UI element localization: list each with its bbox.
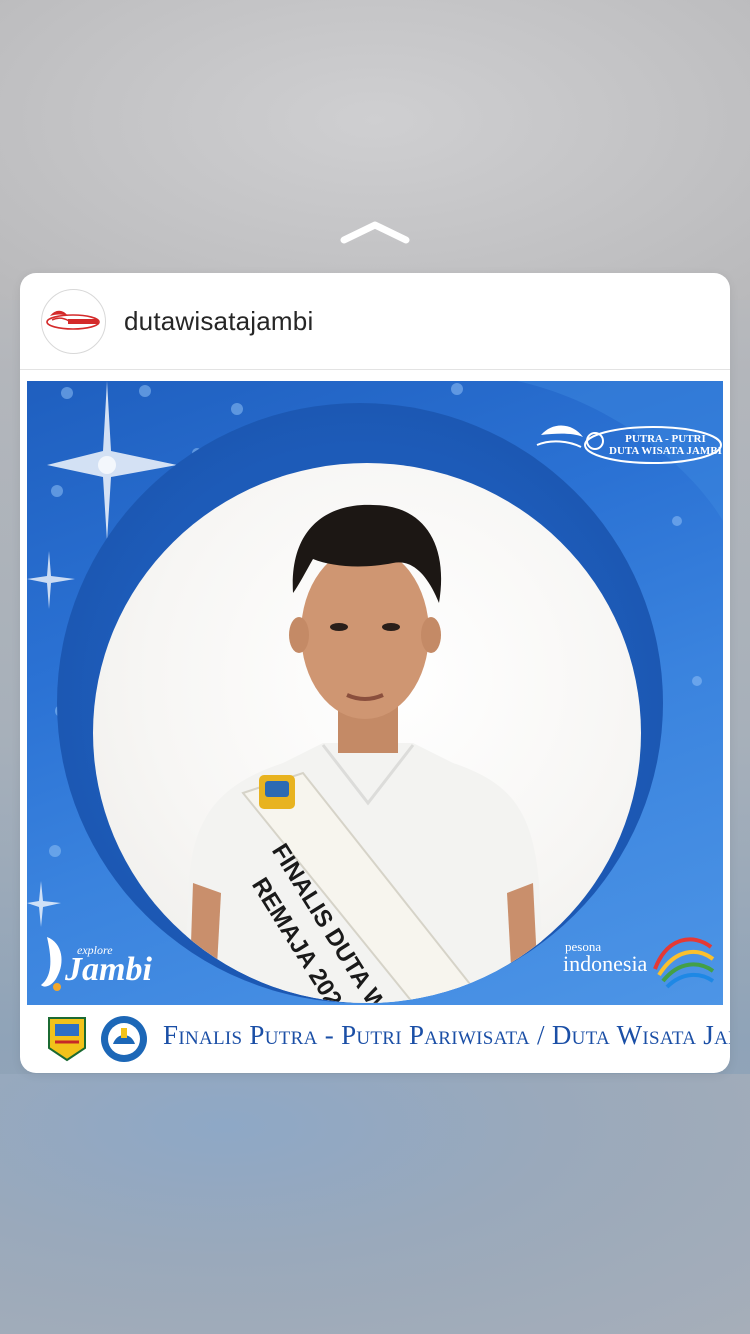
avatar[interactable] (41, 289, 106, 354)
caption-text: Finalis Putra - Putri Pariwisata / Duta … (163, 1020, 730, 1050)
caption-strip: Finalis Putra - Putri Pariwisata / Duta … (27, 1006, 730, 1071)
brand-logo-text: PUTRA - PUTRI DUTA WISATA JAMBI (609, 433, 722, 457)
jambi-province-crest-icon (48, 1017, 86, 1062)
post-preview-card[interactable]: dutawisatajambi REMAJA 2022 PUTRA - PUTR… (20, 273, 730, 1073)
indonesia-word: indonesia (563, 951, 648, 976)
brand-line1: PUTRA - PUTRI (625, 433, 706, 445)
pesona-indonesia-bird-icon (653, 937, 715, 989)
post-header: dutawisatajambi (20, 273, 730, 370)
kemendikbud-logo-icon (101, 1016, 147, 1062)
duta-wisata-logo-icon (46, 310, 100, 330)
background-blur-bottom (0, 1074, 750, 1334)
username[interactable]: dutawisatajambi (124, 306, 313, 337)
person-illustration (183, 504, 545, 1003)
brand-line2: DUTA WISATA JAMBI (609, 445, 722, 457)
photo-ring: FINALIS DUTA WISATA REMAJA 2022 (57, 403, 663, 1003)
chevron-up-icon[interactable] (340, 218, 410, 246)
post-image: FINALIS DUTA WISATA REMAJA 2022 PUTRA - … (27, 381, 723, 1005)
background-blur-top (0, 0, 750, 300)
portrait-photo: FINALIS DUTA WISATA REMAJA 2022 (93, 463, 641, 1003)
jambi-word: Jambi (65, 951, 152, 988)
